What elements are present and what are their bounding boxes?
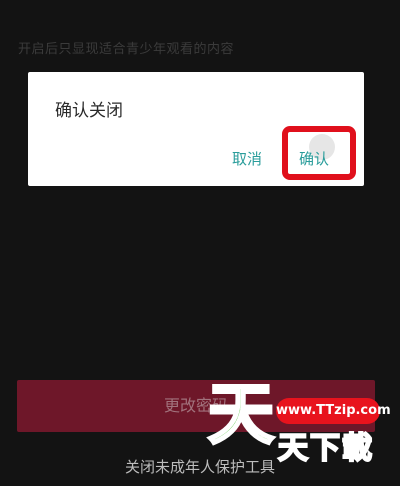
confirm-button[interactable]: 确认 bbox=[299, 148, 329, 169]
confirm-close-dialog: 确认关闭 取消 确认 bbox=[28, 72, 364, 186]
cancel-button[interactable]: 取消 bbox=[232, 148, 262, 169]
dialog-title: 确认关闭 bbox=[55, 101, 123, 121]
close-protection-link[interactable]: 关闭未成年人保护工具 bbox=[0, 456, 400, 477]
change-password-button[interactable]: 更改密码 bbox=[17, 380, 375, 432]
screen: 开启后只显现适合青少年观看的内容 确认关闭 取消 确认 更改密码 关闭未成年人保… bbox=[0, 0, 400, 486]
background-hint-text: 开启后只显现适合青少年观看的内容 bbox=[18, 42, 235, 57]
